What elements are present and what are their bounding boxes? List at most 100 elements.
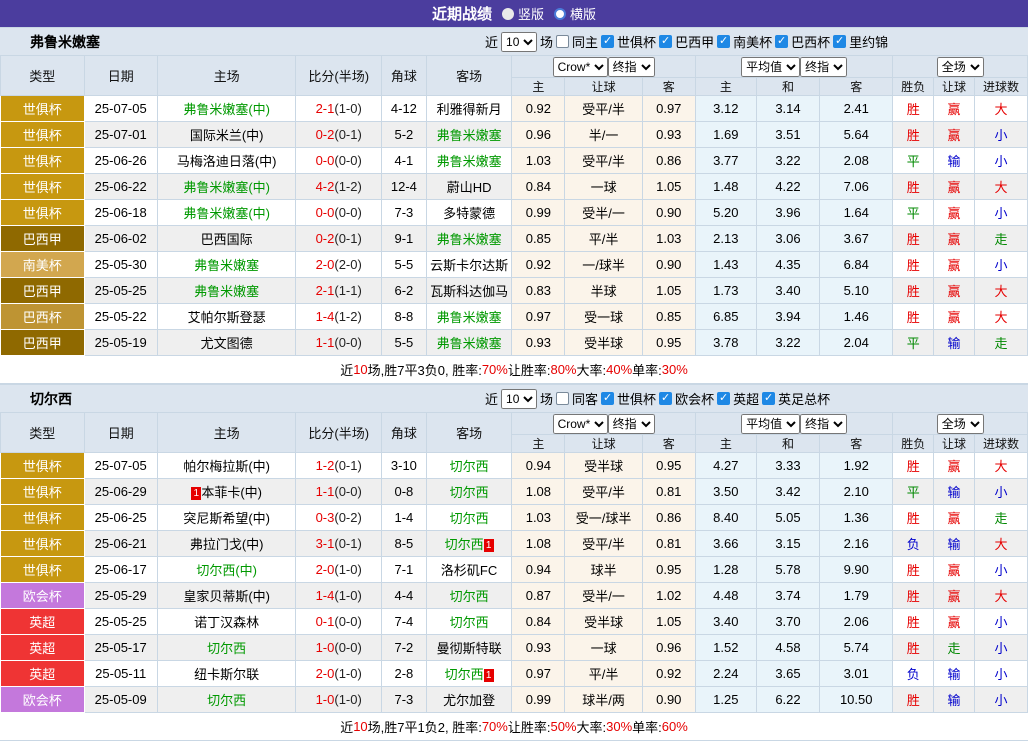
league-checkbox-label: 世俱杯 <box>617 389 656 408</box>
corner-count: 4-4 <box>382 583 427 609</box>
average-odds-cell: 3.15 <box>756 531 819 557</box>
radio-circle-icon[interactable] <box>502 8 514 20</box>
crow-odds-header: Crow*终指 <box>512 413 695 435</box>
score-cell: 2-1(1-0) <box>296 96 382 122</box>
score-cell: 1-1(0-0) <box>296 479 382 505</box>
half-time-score: (1-0) <box>334 666 361 681</box>
final-odds-select[interactable]: 终指 <box>608 57 655 77</box>
full-time-score: 0-0 <box>316 153 335 168</box>
league-checkbox[interactable]: ✓ <box>762 392 775 405</box>
games-label: 场 <box>540 32 553 51</box>
league-checkbox[interactable]: ✓ <box>833 35 846 48</box>
match-count-select[interactable]: 10 <box>501 389 537 409</box>
match-count-select[interactable]: 10 <box>501 32 537 52</box>
average-odds-cell: 10.50 <box>820 687 893 713</box>
crow-odds-cell: 一/球半 <box>565 252 642 278</box>
home-team-cell: 切尔西 <box>157 635 296 661</box>
crow-odds-cell: 1.03 <box>512 148 565 174</box>
full-time-score: 4-2 <box>316 179 335 194</box>
result-cell: 胜 <box>893 174 934 200</box>
result-cell: 小 <box>974 252 1027 278</box>
match-date: 25-06-25 <box>84 505 157 531</box>
final-odds-select-2[interactable]: 终指 <box>800 414 847 434</box>
score-cell: 0-0(0-0) <box>296 200 382 226</box>
match-row: 世俱杯25-06-21弗拉门戈(中)3-1(0-1)8-5切尔西11.08受平/… <box>1 531 1028 557</box>
away-team-cell: 洛杉矶FC <box>426 557 512 583</box>
average-odds-cell: 2.41 <box>820 96 893 122</box>
home-team-cell: 艾帕尔斯登瑟 <box>157 304 296 330</box>
league-checkbox[interactable]: ✓ <box>659 35 672 48</box>
score-cell: 2-0(2-0) <box>296 252 382 278</box>
away-team-cell: 蔚山HD <box>426 174 512 200</box>
title-bar: 近期战绩 竖版 横版 <box>0 0 1028 27</box>
summary-text: 让胜率: <box>508 717 551 736</box>
summary-text: 10 <box>353 719 367 734</box>
average-odds-header: 平均值终指 <box>695 56 893 78</box>
match-row: 世俱杯25-07-05弗鲁米嫩塞(中)2-1(1-0)4-12利雅得新月0.92… <box>1 96 1028 122</box>
corner-count: 0-8 <box>382 479 427 505</box>
summary-text: 70% <box>482 719 508 734</box>
home-team-cell: 诺丁汉森林 <box>157 609 296 635</box>
home-team-name: 马梅洛迪日落(中) <box>177 154 277 169</box>
red-card-badge: 1 <box>484 669 494 682</box>
away-team-name: 多特蒙德 <box>443 206 495 221</box>
home-team-name: 帕尔梅拉斯(中) <box>183 459 270 474</box>
summary-text: 30% <box>662 362 688 377</box>
record-summary: 近10场,胜7平1负2, 胜率:70% 让胜率:50% 大率:30% 单率:60… <box>0 713 1028 741</box>
league-checkbox[interactable]: ✓ <box>717 392 730 405</box>
crow-odds-cell: 受半球 <box>565 609 642 635</box>
crow-odds-cell: 受平/半 <box>565 479 642 505</box>
bookmaker-select[interactable]: Crow* <box>553 414 608 434</box>
scope-select[interactable]: 全场 <box>937 414 984 434</box>
average-odds-header: 平均值终指 <box>695 413 893 435</box>
result-cell: 赢 <box>934 252 975 278</box>
sections-container: 弗鲁米嫩塞近10场同主✓世俱杯✓巴西甲✓南美杯✓巴西杯✓里约锦类型日期主场比分(… <box>0 27 1028 741</box>
average-odds-cell: 5.74 <box>820 635 893 661</box>
result-cell: 小 <box>974 557 1027 583</box>
radio-circle-selected-icon[interactable] <box>554 8 566 20</box>
match-date: 25-05-19 <box>84 330 157 356</box>
league-checkbox[interactable]: ✓ <box>775 35 788 48</box>
result-scope-header: 全场 <box>893 56 1028 78</box>
corner-count: 8-5 <box>382 531 427 557</box>
average-odds-cell: 4.58 <box>756 635 819 661</box>
away-team-cell: 曼彻斯特联 <box>426 635 512 661</box>
result-cell: 胜 <box>893 453 934 479</box>
bookmaker-select[interactable]: Crow* <box>553 57 608 77</box>
same-venue-checkbox[interactable] <box>556 35 569 48</box>
league-badge: 巴西杯 <box>1 304 85 330</box>
match-date: 25-05-25 <box>84 278 157 304</box>
league-badge: 世俱杯 <box>1 122 85 148</box>
league-checkbox[interactable]: ✓ <box>601 392 614 405</box>
col-header-away: 客场 <box>426 56 512 96</box>
final-odds-select-2[interactable]: 终指 <box>800 57 847 77</box>
score-cell: 0-2(0-1) <box>296 226 382 252</box>
league-checkbox[interactable]: ✓ <box>717 35 730 48</box>
home-team-name: 弗鲁米嫩塞 <box>194 284 259 299</box>
average-select[interactable]: 平均值 <box>741 414 800 434</box>
scope-select[interactable]: 全场 <box>937 57 984 77</box>
match-row: 英超25-05-17切尔西1-0(0-0)7-2曼彻斯特联0.93一球0.961… <box>1 635 1028 661</box>
away-team-name: 切尔西 <box>450 615 489 630</box>
games-label: 场 <box>540 389 553 408</box>
red-card-badge: 1 <box>484 539 494 552</box>
same-venue-checkbox[interactable] <box>556 392 569 405</box>
league-checkbox[interactable]: ✓ <box>659 392 672 405</box>
league-badge: 欧会杯 <box>1 583 85 609</box>
final-odds-select[interactable]: 终指 <box>608 414 655 434</box>
radio-horizontal-layout[interactable]: 横版 <box>554 4 596 23</box>
record-summary: 近10场,胜7平3负0, 胜率:70% 让胜率:80% 大率:40% 单率:30… <box>0 356 1028 384</box>
full-time-score: 1-1 <box>316 335 335 350</box>
summary-text: 单率: <box>632 360 662 379</box>
near-label: 近 <box>485 389 498 408</box>
results-table: 类型日期主场比分(半场)角球客场Crow*终指平均值终指全场主让球客主和客胜负让… <box>0 55 1028 356</box>
average-select[interactable]: 平均值 <box>741 57 800 77</box>
match-date: 25-06-29 <box>84 479 157 505</box>
average-odds-cell: 6.84 <box>820 252 893 278</box>
radio-vertical-layout[interactable]: 竖版 <box>502 4 544 23</box>
match-row: 南美杯25-05-30弗鲁米嫩塞2-0(2-0)5-5云斯卡尔达斯0.92一/球… <box>1 252 1028 278</box>
away-team-cell: 弗鲁米嫩塞 <box>426 122 512 148</box>
crow-odds-cell: 受半/一 <box>565 200 642 226</box>
league-checkbox[interactable]: ✓ <box>601 35 614 48</box>
home-team-name: 切尔西 <box>207 641 246 656</box>
